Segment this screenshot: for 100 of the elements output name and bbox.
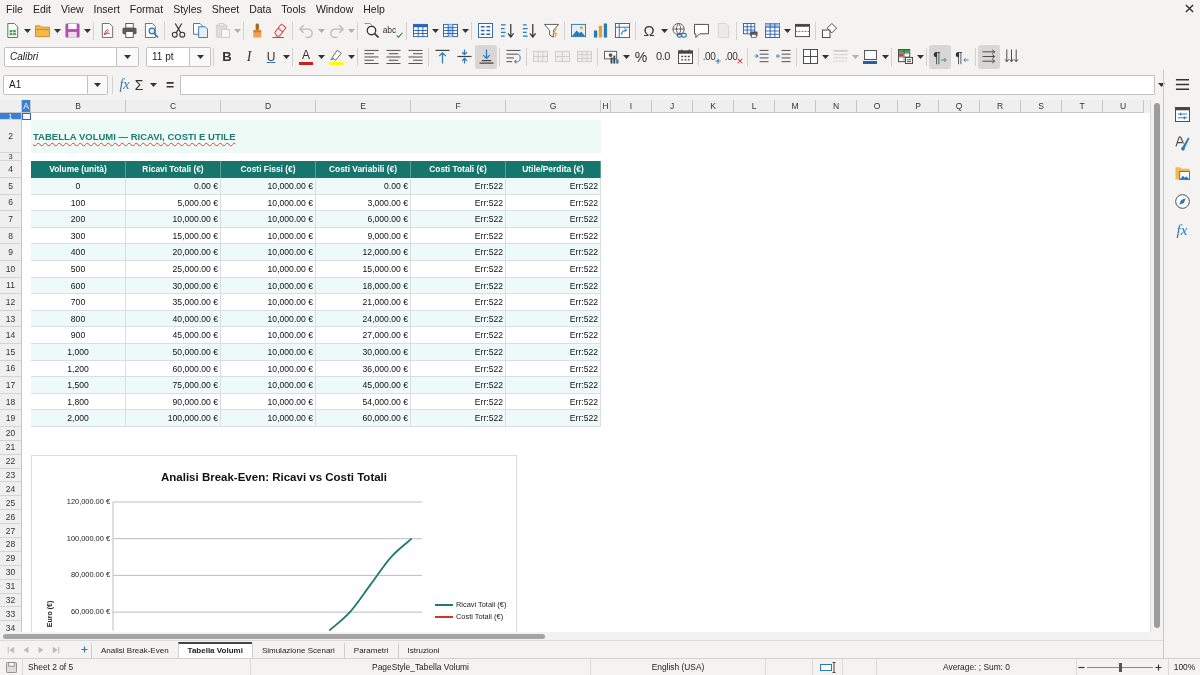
sheet-tab[interactable]: Istruzioni bbox=[397, 641, 449, 658]
formula-button[interactable]: = bbox=[161, 73, 179, 96]
table-cell: 700 bbox=[31, 294, 126, 311]
menu-item[interactable]: Data bbox=[244, 0, 277, 17]
percent-format-button[interactable]: % bbox=[630, 44, 652, 69]
column-header[interactable]: Q bbox=[939, 100, 980, 113]
row-header[interactable]: 28 bbox=[0, 538, 22, 552]
table-cell: Err:522 bbox=[411, 327, 506, 344]
dropdown-button[interactable] bbox=[190, 46, 211, 67]
column-header[interactable]: G bbox=[506, 100, 601, 113]
row-header[interactable]: 5 bbox=[0, 178, 22, 195]
font-name-field[interactable]: Calibri bbox=[4, 46, 117, 67]
table-cell: 45,000.00 € bbox=[126, 327, 221, 344]
scrollbar-thumb[interactable] bbox=[1154, 103, 1160, 628]
eraser-icon bbox=[271, 23, 287, 38]
row-header[interactable]: 9 bbox=[0, 244, 22, 261]
row-header[interactable]: 25 bbox=[0, 496, 22, 511]
menu-item[interactable]: View bbox=[56, 0, 89, 17]
merge-cells-icon bbox=[554, 49, 570, 64]
column-header[interactable]: N bbox=[816, 100, 857, 113]
column-header[interactable]: P bbox=[898, 100, 939, 113]
caret-icon bbox=[851, 54, 859, 59]
bold-button[interactable]: B bbox=[216, 44, 238, 69]
spelling-button[interactable]: abc bbox=[382, 19, 404, 42]
caret-icon bbox=[196, 54, 204, 59]
menu-item[interactable]: File bbox=[1, 0, 28, 17]
row-header[interactable]: 26 bbox=[0, 510, 22, 525]
name-box-field[interactable]: A1 bbox=[3, 74, 88, 95]
speech-bubble-icon bbox=[693, 23, 709, 38]
functions-button[interactable]: fx bbox=[1169, 216, 1195, 245]
align-center-icon bbox=[385, 49, 401, 64]
sheet-tab[interactable]: Tabella Volumi bbox=[177, 641, 252, 658]
row-header[interactable]: 14 bbox=[0, 327, 22, 344]
column-header[interactable]: J bbox=[652, 100, 693, 113]
column-header[interactable]: I bbox=[611, 100, 652, 113]
properties-panel-icon bbox=[1174, 107, 1190, 122]
row-header[interactable]: 27 bbox=[0, 524, 22, 539]
menu-item[interactable]: Styles bbox=[168, 0, 207, 17]
text-horizontal-button[interactable] bbox=[978, 44, 1000, 69]
sheet-tab[interactable]: Simulazione Scenari bbox=[251, 641, 344, 658]
column-header[interactable]: O bbox=[857, 100, 898, 113]
number-format-button[interactable]: 0.0 bbox=[652, 44, 674, 69]
function-wizard-button[interactable]: fx bbox=[117, 73, 132, 96]
cross-icon bbox=[737, 57, 744, 64]
arrow-right-icon bbox=[36, 645, 45, 654]
plus-icon[interactable] bbox=[1155, 663, 1162, 671]
row-header[interactable]: 7 bbox=[0, 211, 22, 228]
sheet-tab[interactable]: Parametri bbox=[343, 641, 398, 658]
selection-mode-icon[interactable] bbox=[819, 661, 836, 673]
font-size-field[interactable]: 11 pt bbox=[146, 46, 190, 67]
column-header[interactable]: T bbox=[1062, 100, 1103, 113]
delete-decimal-button[interactable]: .00 bbox=[723, 44, 745, 69]
row-header[interactable]: 17 bbox=[0, 377, 22, 394]
menu-item[interactable]: Tools bbox=[276, 0, 311, 17]
column-header[interactable]: E bbox=[316, 100, 411, 113]
row-header[interactable]: 19 bbox=[0, 410, 22, 427]
underline-button[interactable]: U bbox=[260, 44, 282, 69]
sum-button[interactable]: Σ bbox=[132, 73, 146, 96]
left-to-right-button[interactable]: ¶ bbox=[929, 44, 951, 69]
vertical-scrollbar[interactable] bbox=[1150, 100, 1163, 632]
arrow-right-icon bbox=[940, 56, 947, 63]
text-direction-icon bbox=[1003, 49, 1019, 64]
align-bottom-button[interactable] bbox=[475, 44, 497, 69]
column-header[interactable]: B bbox=[31, 100, 126, 113]
right-to-left-button[interactable]: ¶ bbox=[951, 44, 973, 69]
scrollbar-thumb[interactable] bbox=[3, 633, 545, 639]
language-label: English (USA) bbox=[651, 662, 705, 672]
add-decimal-button[interactable]: .00 bbox=[701, 44, 723, 69]
font-color-button[interactable]: A bbox=[295, 44, 317, 69]
dropdown-button[interactable] bbox=[117, 46, 139, 67]
row-header[interactable]: 4 bbox=[0, 161, 22, 178]
column-header[interactable]: U bbox=[1103, 100, 1144, 113]
close-document-button[interactable] bbox=[1185, 3, 1195, 14]
special-character-button[interactable]: Ω bbox=[638, 19, 660, 42]
row-header[interactable]: 24 bbox=[0, 482, 22, 497]
dropdown-button[interactable] bbox=[88, 74, 108, 95]
menu-item[interactable]: Window bbox=[310, 0, 359, 17]
column-header[interactable]: D bbox=[221, 100, 316, 113]
column-header[interactable]: S bbox=[1021, 100, 1062, 113]
menu-icon bbox=[1174, 76, 1190, 92]
row-header[interactable]: 12 bbox=[0, 294, 22, 311]
menu-item[interactable]: Edit bbox=[27, 0, 56, 17]
menu-item[interactable]: Format bbox=[124, 0, 169, 17]
column-header[interactable]: M bbox=[775, 100, 816, 113]
caret-icon bbox=[317, 54, 325, 59]
formula-input-field[interactable] bbox=[180, 74, 1155, 95]
column-header[interactable]: R bbox=[980, 100, 1021, 113]
slider-thumb[interactable] bbox=[1118, 662, 1122, 672]
row-header[interactable]: 2 bbox=[0, 120, 22, 153]
column-header[interactable]: K bbox=[693, 100, 734, 113]
column-header[interactable]: L bbox=[734, 100, 775, 113]
menu-item[interactable]: Help bbox=[358, 0, 390, 17]
row-header[interactable]: 33 bbox=[0, 607, 22, 622]
caret-icon bbox=[83, 28, 91, 33]
menu-item[interactable]: Insert bbox=[88, 0, 125, 17]
menu-item[interactable]: Sheet bbox=[206, 0, 245, 17]
column-header[interactable]: C bbox=[126, 100, 221, 113]
sheet-tab[interactable]: Analisi Break-Even bbox=[91, 641, 178, 658]
italic-button[interactable]: I bbox=[238, 44, 260, 69]
column-header[interactable]: F bbox=[411, 100, 506, 113]
